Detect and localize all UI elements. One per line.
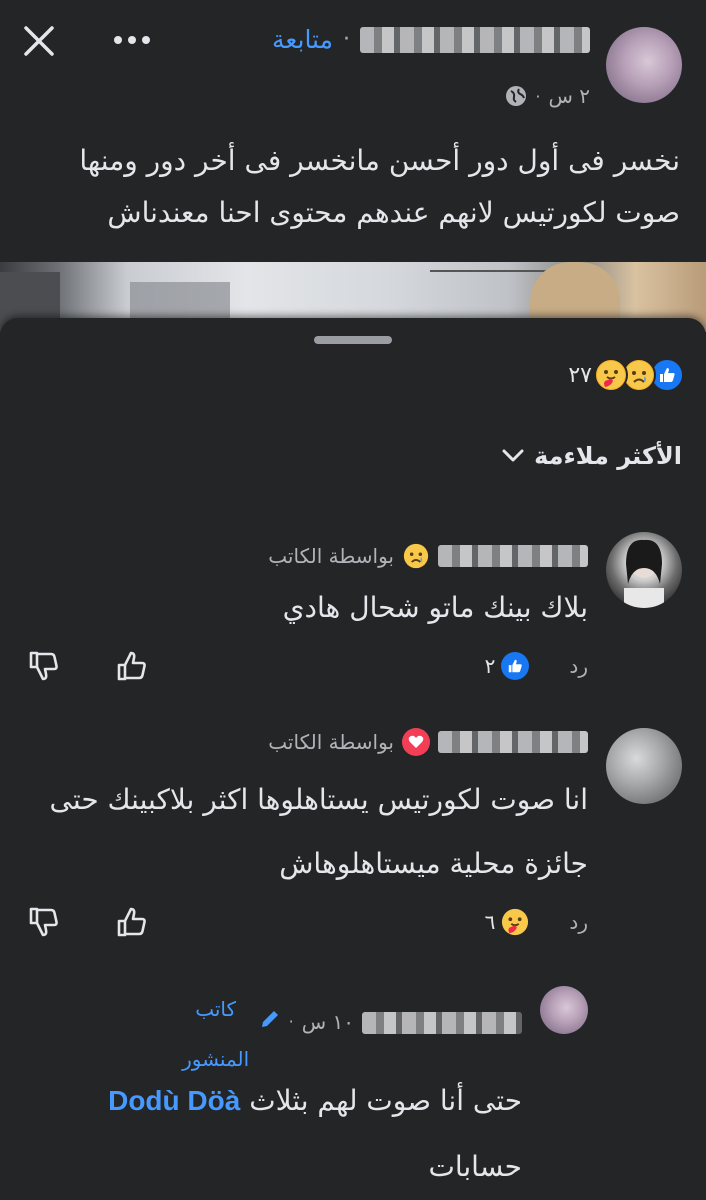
chevron-down-icon (502, 449, 524, 462)
comments-sheet: ٢٧ الأكثر ملاءمة بواسطة الكاتب بلاك بينك… (0, 318, 706, 1200)
thumbs-down-icon (29, 651, 58, 681)
sad-icon (402, 542, 430, 570)
like-icon (501, 652, 530, 680)
comment-text: انا صوت لكورتيس يستاهلوها اكثر بلاكبينك … (49, 783, 588, 880)
close-icon (24, 26, 54, 56)
reply-time: ١٠ س (301, 1010, 354, 1034)
vote-buttons (24, 646, 152, 686)
globe-icon (506, 86, 527, 106)
commenter-name-redacted[interactable] (438, 731, 588, 753)
care-icon (594, 358, 628, 392)
sort-label: الأكثر ملاءمة (534, 442, 682, 470)
close-button[interactable] (18, 20, 60, 62)
follow-link[interactable]: متابعة (272, 25, 333, 54)
reply-button[interactable]: رد (569, 910, 588, 934)
reaction-count: ٦ (484, 910, 496, 934)
sheet-drag-handle[interactable] (314, 336, 392, 344)
reaction-count: ٢ (484, 654, 496, 678)
mention-link[interactable]: Dodù Döà (108, 1085, 240, 1116)
separator-dot: · (343, 27, 350, 52)
comment-actions: رد ٢ (24, 646, 588, 686)
sort-dropdown[interactable]: الأكثر ملاءمة (502, 442, 682, 470)
by-author-label: بواسطة الكاتب (268, 544, 394, 568)
comment-reactions[interactable]: ٢ (485, 652, 530, 680)
downvote-button[interactable] (24, 646, 64, 686)
comment-header: بواسطة الكاتب (268, 542, 588, 570)
downvote-button[interactable] (24, 902, 64, 942)
post-author-line: · متابعة (272, 25, 590, 54)
reply-text: حتى أنا صوت لهم بثلاث Dodù Döà حسابات (102, 1068, 522, 1200)
care-icon (501, 908, 529, 936)
avatar-photo-icon (624, 539, 664, 608)
upvote-button[interactable] (112, 646, 152, 686)
comment-text: بلاك بينك ماتو شحال هادي (282, 591, 588, 624)
vote-buttons (24, 902, 152, 942)
pencil-icon (261, 1011, 278, 1027)
reactions-count: ٢٧ (568, 362, 592, 388)
comment-header: بواسطة الكاتب (268, 728, 588, 756)
comment-actions: رد ٦ (24, 902, 588, 942)
post-meta: ٢ س · (505, 84, 590, 108)
commenter-name-redacted[interactable] (438, 545, 588, 567)
thumbs-down-icon (29, 907, 58, 937)
more-icon (114, 36, 150, 44)
separator-dot: · (535, 86, 541, 106)
post-text: نخسر فى أول دور أحسن مانخسر فى أخر دور و… (79, 144, 680, 229)
post-time: ٢ س (548, 84, 590, 108)
post-author-name-redacted[interactable] (360, 26, 590, 53)
reply-button[interactable]: رد (569, 654, 588, 678)
reply-text-after: حسابات (428, 1150, 522, 1183)
reactions-summary[interactable]: ٢٧ (568, 358, 684, 392)
thumbs-up-icon (117, 651, 146, 681)
reply-text-before: حتى أنا صوت لهم بثلاث (249, 1084, 522, 1117)
commenter-avatar[interactable] (606, 532, 682, 608)
post-author-avatar[interactable] (606, 27, 682, 103)
love-icon (402, 728, 430, 756)
reply-author-name-redacted[interactable] (362, 1012, 522, 1034)
upvote-button[interactable] (112, 902, 152, 942)
by-author-label: بواسطة الكاتب (268, 730, 394, 754)
thumbs-up-icon (117, 907, 146, 937)
reply-author-avatar[interactable] (540, 986, 588, 1034)
commenter-avatar[interactable] (606, 728, 682, 804)
image-detail (430, 270, 550, 272)
post-header: · متابعة ٢ س · نخسر فى أول دور أحسن مانخ… (0, 0, 706, 332)
more-options-button[interactable] (110, 28, 154, 52)
separator-dot: · (288, 1012, 294, 1031)
comment-reactions[interactable]: ٦ (485, 908, 530, 936)
